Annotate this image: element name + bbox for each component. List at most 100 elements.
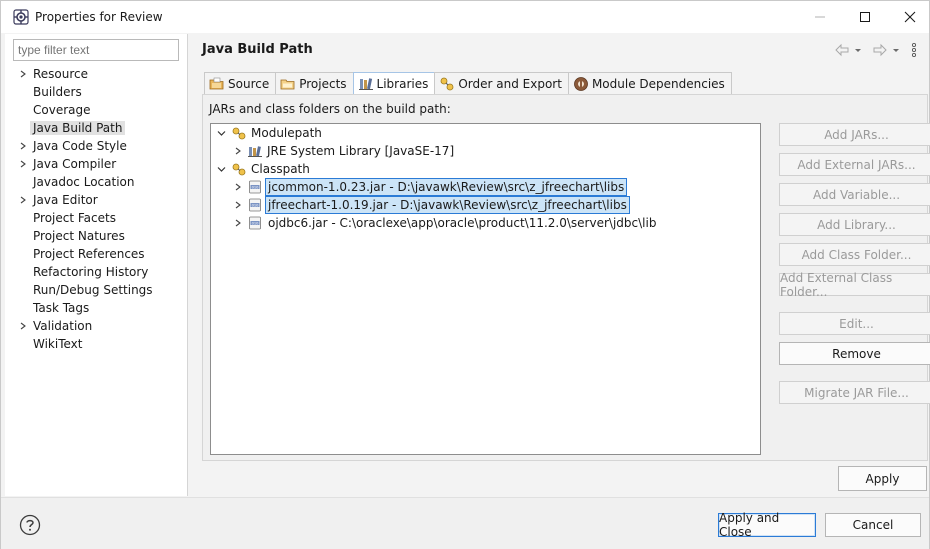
add-variable-button[interactable]: Add Variable... <box>779 183 930 206</box>
forward-arrow-icon[interactable] <box>872 42 888 61</box>
jar-icon: 010 <box>247 179 263 195</box>
nav-item-label: Java Code Style <box>33 139 127 153</box>
tree-node-jar-ojdbc6[interactable]: 010 ojdbc6.jar - C:\oraclexe\app\oracle\… <box>211 214 760 232</box>
tab-projects[interactable]: Projects <box>275 72 354 94</box>
nav-item-label: Builders <box>33 85 82 99</box>
minimize-icon <box>814 11 826 23</box>
libraries-description: JARs and class folders on the build path… <box>209 102 451 116</box>
apply-button[interactable]: Apply <box>838 466 927 491</box>
chevron-right-icon[interactable] <box>232 178 244 196</box>
source-folder-icon <box>209 76 225 92</box>
filter-input[interactable] <box>13 39 179 61</box>
nav-item-label: Java Build Path <box>30 121 126 135</box>
nav-item-validation[interactable]: Validation <box>5 317 188 335</box>
nav-item-resource[interactable]: Resource <box>5 65 188 83</box>
tree-node-label: Modulepath <box>251 126 322 140</box>
minimize-button[interactable] <box>797 1 843 33</box>
chevron-right-icon[interactable] <box>232 142 244 160</box>
nav-item-label: Project Facets <box>33 211 116 225</box>
nav-item-javadoc-location[interactable]: Javadoc Location <box>5 173 188 191</box>
nav-item-java-compiler[interactable]: Java Compiler <box>5 155 188 173</box>
forward-dropdown-icon[interactable] <box>892 42 900 61</box>
build-path-tree[interactable]: Modulepath JRE System Library [JavaSE-17… <box>210 123 761 455</box>
tab-libraries[interactable]: Libraries <box>352 72 436 94</box>
nav-item-label: Coverage <box>33 103 91 117</box>
property-page: Java Build Path Source Projects Librarie… <box>190 34 930 464</box>
nav-item-task-tags[interactable]: Task Tags <box>5 299 188 317</box>
nav-item-java-build-path[interactable]: Java Build Path <box>5 119 188 137</box>
tab-label: Module Dependencies <box>591 76 725 91</box>
classpath-icon <box>231 161 247 177</box>
chevron-right-icon[interactable] <box>17 191 29 209</box>
chevron-right-icon[interactable] <box>17 155 29 173</box>
nav-item-wikitext[interactable]: WikiText <box>5 335 188 353</box>
build-path-tabs: Source Projects Libraries Order and Expo… <box>204 72 732 94</box>
tree-node-modulepath[interactable]: Modulepath <box>211 124 760 142</box>
add-external-class-folder-button[interactable]: Add External Class Folder... <box>779 271 930 299</box>
libraries-icon <box>358 76 374 92</box>
tree-node-jre-library[interactable]: JRE System Library [JavaSE-17] <box>211 142 760 160</box>
add-library-button[interactable]: Add Library... <box>779 213 930 236</box>
add-jars-button[interactable]: Add JARs... <box>779 123 930 146</box>
nav-item-label: Validation <box>33 319 93 333</box>
nav-item-refactoring-history[interactable]: Refactoring History <box>5 263 188 281</box>
chevron-right-icon[interactable] <box>232 196 244 214</box>
nav-item-java-editor[interactable]: Java Editor <box>5 191 188 209</box>
jre-library-icon <box>247 143 263 159</box>
module-dependencies-icon <box>573 76 589 92</box>
properties-nav-pane: Resource Builders Coverage Java Build Pa… <box>5 34 188 496</box>
cancel-button[interactable]: Cancel <box>825 513 921 537</box>
nav-item-run-debug-settings[interactable]: Run/Debug Settings <box>5 281 188 299</box>
modulepath-icon <box>231 125 247 141</box>
more-options-icon[interactable] <box>910 42 918 61</box>
tab-label: Projects <box>299 76 347 91</box>
tree-node-label: ojdbc6.jar - C:\oraclexe\app\oracle\prod… <box>268 216 657 230</box>
chevron-down-icon[interactable] <box>215 160 227 178</box>
nav-item-java-code-style[interactable]: Java Code Style <box>5 137 188 155</box>
tree-node-classpath[interactable]: Classpath <box>211 160 760 178</box>
add-external-jars-button[interactable]: Add External JARs... <box>779 153 930 176</box>
nav-item-label: Project References <box>33 247 145 261</box>
chevron-right-icon[interactable] <box>17 65 29 83</box>
help-icon[interactable] <box>19 514 41 536</box>
chevron-right-icon[interactable] <box>232 214 244 232</box>
tree-node-label: jfreechart-1.0.19.jar - D:\javawk\Review… <box>265 196 630 214</box>
nav-item-project-facets[interactable]: Project Facets <box>5 209 188 227</box>
tab-label: Source <box>228 76 270 91</box>
tree-node-jar-jfreechart[interactable]: 010 jfreechart-1.0.19.jar - D:\javawk\Re… <box>211 196 760 214</box>
tab-source[interactable]: Source <box>204 72 277 94</box>
tab-order-and-export[interactable]: Order and Export <box>434 72 569 94</box>
nav-item-project-references[interactable]: Project References <box>5 245 188 263</box>
window-title: Properties for Review <box>35 10 163 24</box>
libraries-tab-panel: JARs and class folders on the build path… <box>202 94 930 461</box>
edit-button[interactable]: Edit... <box>779 312 930 335</box>
nav-item-label: Java Editor <box>33 193 98 207</box>
eclipse-app-icon <box>13 9 29 25</box>
nav-item-coverage[interactable]: Coverage <box>5 101 188 119</box>
close-icon <box>904 11 916 23</box>
page-history-nav <box>830 42 922 60</box>
tree-node-jar-jcommon[interactable]: 010 jcommon-1.0.23.jar - D:\javawk\Revie… <box>211 178 760 196</box>
tree-node-label: jcommon-1.0.23.jar - D:\javawk\Review\sr… <box>265 178 628 196</box>
apply-and-close-button[interactable]: Apply and Close <box>718 511 816 539</box>
tab-label: Libraries <box>376 76 429 91</box>
migrate-jar-button[interactable]: Migrate JAR File... <box>779 381 930 404</box>
nav-item-project-natures[interactable]: Project Natures <box>5 227 188 245</box>
chevron-right-icon[interactable] <box>17 137 29 155</box>
tree-node-label: JRE System Library [JavaSE-17] <box>267 144 455 158</box>
chevron-right-icon[interactable] <box>17 317 29 335</box>
chevron-down-icon[interactable] <box>215 124 227 142</box>
back-dropdown-icon[interactable] <box>854 42 862 61</box>
add-class-folder-button[interactable]: Add Class Folder... <box>779 243 930 266</box>
maximize-button[interactable] <box>842 1 888 33</box>
tab-module-dependencies[interactable]: Module Dependencies <box>567 72 732 94</box>
projects-icon <box>280 76 296 92</box>
nav-item-label: Resource <box>33 67 89 81</box>
svg-text:010: 010 <box>252 203 260 207</box>
jar-icon: 010 <box>247 197 263 213</box>
remove-button[interactable]: Remove <box>779 342 930 365</box>
close-button[interactable] <box>887 1 930 33</box>
nav-item-label: Javadoc Location <box>33 175 135 189</box>
nav-item-builders[interactable]: Builders <box>5 83 188 101</box>
back-arrow-icon[interactable] <box>834 42 850 61</box>
